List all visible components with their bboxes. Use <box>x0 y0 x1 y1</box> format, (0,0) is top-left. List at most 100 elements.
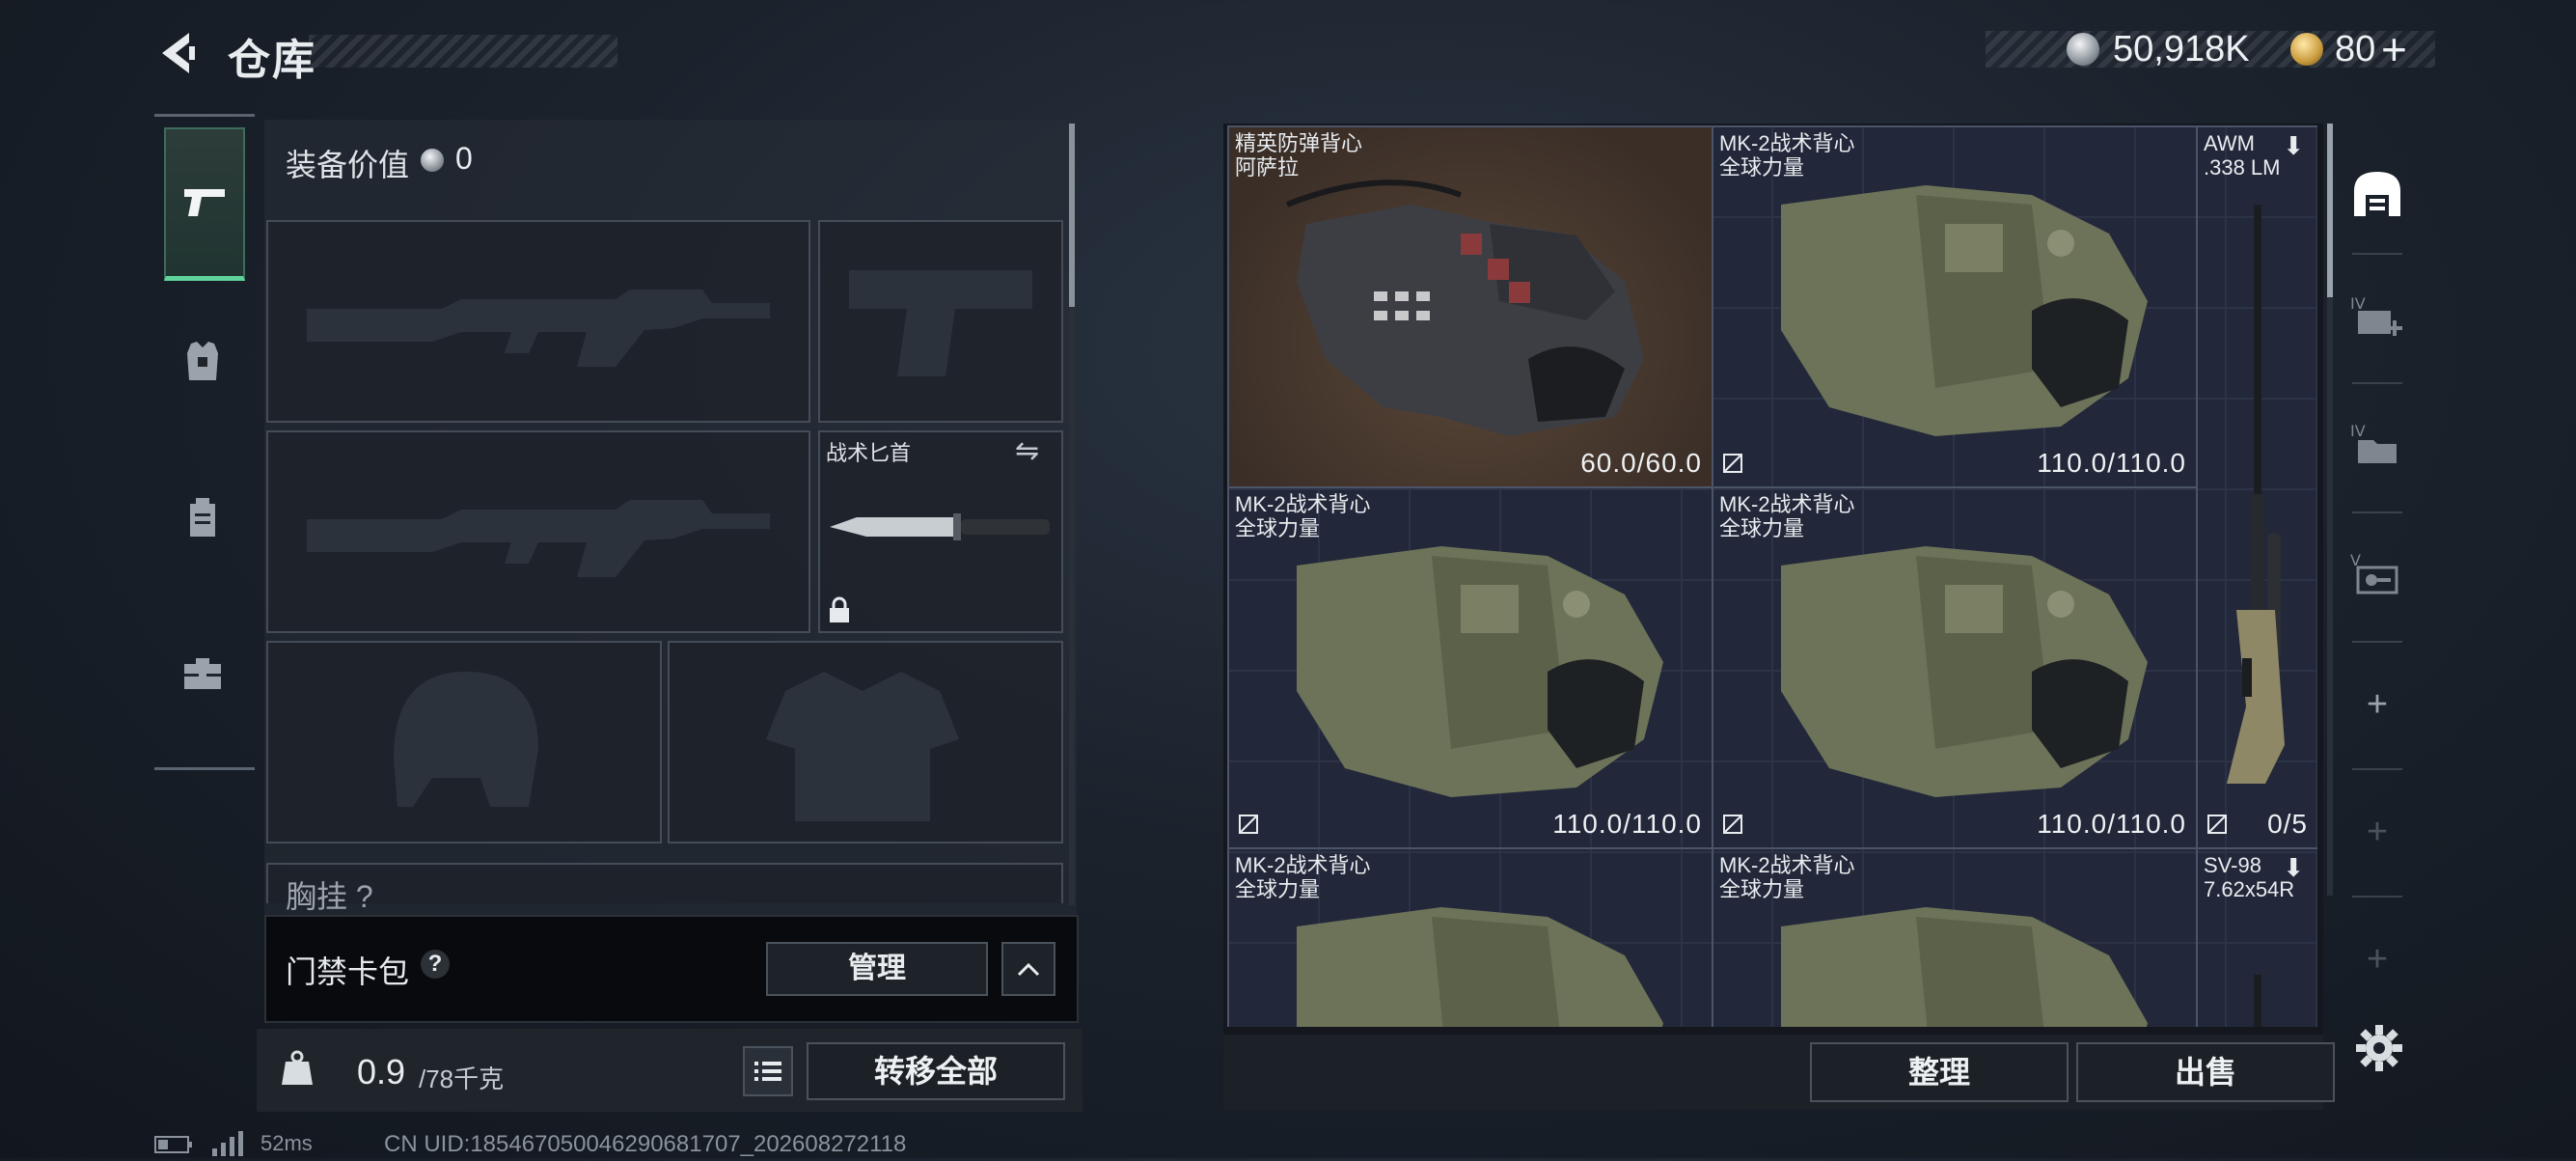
vest-icon <box>1297 907 1663 1027</box>
add-storage-button[interactable]: + <box>2344 672 2410 737</box>
sort-button[interactable]: 整理 <box>1810 1042 2069 1102</box>
vest-silhouette-icon <box>766 672 959 821</box>
category-tab-armor[interactable] <box>164 322 241 400</box>
silver-coin-icon <box>2067 33 2099 66</box>
pistol-icon <box>184 189 225 216</box>
key-icon: V <box>2350 551 2398 594</box>
equipment-value-label: 装备价值 <box>286 148 410 182</box>
add-gold-button[interactable]: + <box>2381 23 2407 75</box>
page-title: 仓库 <box>228 37 316 84</box>
gear-icon[interactable] <box>2354 1023 2404 1073</box>
category-tab-backpack[interactable] <box>164 479 241 556</box>
svg-text:IV: IV <box>2350 422 2366 440</box>
uninsured-icon <box>1723 454 1742 473</box>
weight-current: 0.9 <box>357 1052 406 1092</box>
weight-icon <box>280 1050 315 1087</box>
knife-icon <box>830 513 1050 540</box>
chevron-up-icon <box>1017 962 1040 977</box>
item-ammo: 0/5 <box>2267 809 2308 839</box>
item-name: MK-2战术背心 全球力量 <box>1719 853 1855 901</box>
storage-scrollbar-thumb[interactable] <box>2327 124 2333 297</box>
battery-icon <box>154 1135 193 1154</box>
transfer-all-button[interactable]: 转移全部 <box>807 1042 1065 1100</box>
download-icon: ⬇ <box>2283 131 2304 160</box>
sell-button[interactable]: 出售 <box>2076 1042 2335 1102</box>
gold-amount: 80 <box>2335 29 2376 69</box>
storage-tab-iv-add[interactable]: IV <box>2344 286 2410 351</box>
briefcase-icon <box>184 658 221 689</box>
item-durability: 60.0/60.0 <box>1580 448 1702 478</box>
slot-pistol[interactable] <box>818 220 1063 423</box>
add-storage-button-disabled[interactable]: + <box>2344 799 2410 865</box>
warehouse-tab[interactable] <box>2344 160 2410 226</box>
storage-item[interactable]: MK-2战术背心 全球力量 110.0/110.0 <box>1712 125 2198 488</box>
title-decoration <box>309 35 617 68</box>
storage-item[interactable]: MK-2战术背心 全球力量 110.0/110.0 <box>1227 486 1713 849</box>
equipment-value: 0 <box>455 141 473 176</box>
item-name: MK-2战术背心 全球力量 <box>1235 492 1371 540</box>
lock-icon <box>828 596 851 623</box>
rifle-silhouette-icon <box>307 290 770 367</box>
backpack-icon <box>190 498 215 537</box>
slot-chest-rig[interactable] <box>266 863 1063 903</box>
list-view-button[interactable] <box>743 1046 793 1096</box>
equipment-scrollbar-thumb[interactable] <box>1069 124 1075 307</box>
gold-coin-icon <box>2290 33 2323 66</box>
storage-item[interactable]: MK-2战术背心 全球力量 <box>1712 847 2198 1027</box>
sniper-rifle-icon <box>2254 975 2261 1027</box>
item-name: AWM .338 LM <box>2204 131 2281 180</box>
weight-max: /78千克 <box>419 1064 505 1093</box>
item-name: 精英防弹背心 阿萨拉 <box>1235 131 1363 180</box>
manage-button[interactable]: 管理 <box>766 942 988 996</box>
storage-tab-iv-folder[interactable]: IV <box>2344 413 2410 479</box>
uninsured-icon <box>1239 815 1258 834</box>
storage-item-awm[interactable]: AWM .338 LM ⬇ 0/5 <box>2196 125 2317 849</box>
category-tab-case[interactable] <box>164 635 241 712</box>
folder-icon: IV <box>2350 422 2397 463</box>
back-icon[interactable] <box>154 29 197 77</box>
uninsured-icon <box>2207 815 2227 834</box>
rifle-silhouette-icon <box>307 500 770 577</box>
user-uid: CN UID:185467050046290681707_20260827211… <box>384 1131 907 1157</box>
silver-coin-icon <box>421 149 444 172</box>
vest-icon <box>1297 546 1663 797</box>
storage-item[interactable]: 精英防弹背心 阿萨拉 60.0/60.0 <box>1227 125 1713 488</box>
help-icon[interactable]: ? <box>421 950 450 979</box>
vest-icon <box>1285 180 1644 436</box>
swap-icon[interactable]: ⇋ <box>1015 434 1039 468</box>
vest-icon <box>1781 546 2148 797</box>
pistol-silhouette-icon <box>849 270 1032 376</box>
slot-helmet[interactable] <box>266 641 662 843</box>
storage-item[interactable]: MK-2战术背心 全球力量 110.0/110.0 <box>1712 486 2198 849</box>
vest-icon <box>1781 185 2148 436</box>
download-icon: ⬇ <box>2283 853 2304 882</box>
item-name: SV-98 7.62x54R <box>2204 853 2295 901</box>
armor-icon <box>187 342 218 380</box>
item-name: MK-2战术背心 全球力量 <box>1719 492 1855 540</box>
chest-rig-label: 胸挂 ? <box>286 879 373 914</box>
item-name: MK-2战术背心 全球力量 <box>1235 853 1371 901</box>
add-storage-button-disabled[interactable]: + <box>2344 926 2410 992</box>
expand-button[interactable] <box>1001 942 1055 996</box>
storage-tab-v-key[interactable]: V <box>2344 542 2410 608</box>
list-icon <box>754 1062 781 1081</box>
sniper-rifle-icon <box>2227 205 2285 784</box>
melee-item-name: 战术匕首 <box>826 441 912 465</box>
warehouse-icon <box>2354 172 2400 216</box>
helmet-silhouette-icon <box>394 672 538 807</box>
ping-readout: 52ms <box>260 1131 313 1155</box>
svg-text:IV: IV <box>2350 294 2366 313</box>
storage-item-sv98[interactable]: SV-98 7.62x54R ⬇ <box>2196 847 2317 1027</box>
slot-secondary-weapon[interactable] <box>266 430 810 633</box>
item-durability: 110.0/110.0 <box>2037 448 2186 478</box>
item-durability: 110.0/110.0 <box>1552 809 1702 839</box>
item-durability: 110.0/110.0 <box>2037 809 2186 839</box>
slot-primary-weapon[interactable] <box>266 220 810 423</box>
uninsured-icon <box>1723 815 1742 834</box>
storage-item[interactable]: MK-2战术背心 全球力量 <box>1227 847 1713 1027</box>
category-tab-weapons[interactable] <box>164 127 245 281</box>
item-name: MK-2战术背心 全球力量 <box>1719 131 1855 180</box>
slot-body-armor[interactable] <box>668 641 1063 843</box>
storage-grid: 精英防弹背心 阿萨拉 60.0/60.0 MK-2战术背心 全球力量 110.0… <box>1227 125 2317 1027</box>
signal-icon <box>210 1129 249 1156</box>
